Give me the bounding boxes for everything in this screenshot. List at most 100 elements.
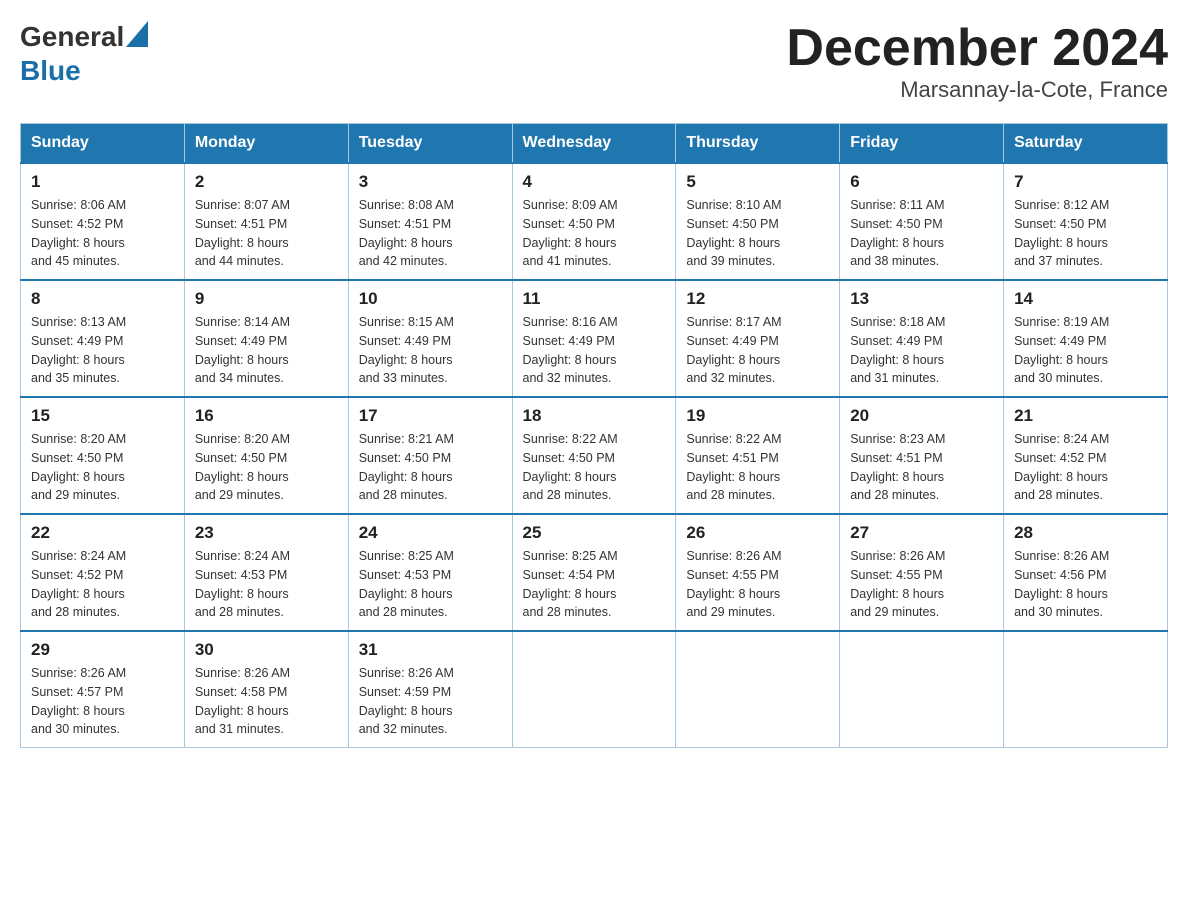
day-info: Sunrise: 8:12 AM Sunset: 4:50 PM Dayligh…	[1014, 196, 1157, 271]
page-header: General Blue December 2024 Marsannay-la-…	[20, 20, 1168, 103]
day-number: 24	[359, 523, 502, 543]
calendar-cell: 4 Sunrise: 8:09 AM Sunset: 4:50 PM Dayli…	[512, 163, 676, 280]
weekday-header-monday: Monday	[184, 124, 348, 164]
calendar-week-row: 1 Sunrise: 8:06 AM Sunset: 4:52 PM Dayli…	[21, 163, 1168, 280]
calendar-cell: 11 Sunrise: 8:16 AM Sunset: 4:49 PM Dayl…	[512, 280, 676, 397]
day-number: 23	[195, 523, 338, 543]
day-info: Sunrise: 8:24 AM Sunset: 4:52 PM Dayligh…	[31, 547, 174, 622]
day-number: 31	[359, 640, 502, 660]
calendar-cell: 26 Sunrise: 8:26 AM Sunset: 4:55 PM Dayl…	[676, 514, 840, 631]
day-number: 15	[31, 406, 174, 426]
day-info: Sunrise: 8:08 AM Sunset: 4:51 PM Dayligh…	[359, 196, 502, 271]
calendar-week-row: 8 Sunrise: 8:13 AM Sunset: 4:49 PM Dayli…	[21, 280, 1168, 397]
weekday-header-friday: Friday	[840, 124, 1004, 164]
calendar-cell: 15 Sunrise: 8:20 AM Sunset: 4:50 PM Dayl…	[21, 397, 185, 514]
day-number: 6	[850, 172, 993, 192]
calendar-cell	[840, 631, 1004, 748]
month-title: December 2024	[786, 20, 1168, 77]
day-info: Sunrise: 8:15 AM Sunset: 4:49 PM Dayligh…	[359, 313, 502, 388]
day-info: Sunrise: 8:16 AM Sunset: 4:49 PM Dayligh…	[523, 313, 666, 388]
day-number: 11	[523, 289, 666, 309]
calendar-cell: 16 Sunrise: 8:20 AM Sunset: 4:50 PM Dayl…	[184, 397, 348, 514]
day-info: Sunrise: 8:25 AM Sunset: 4:53 PM Dayligh…	[359, 547, 502, 622]
day-info: Sunrise: 8:19 AM Sunset: 4:49 PM Dayligh…	[1014, 313, 1157, 388]
day-number: 2	[195, 172, 338, 192]
calendar-cell: 8 Sunrise: 8:13 AM Sunset: 4:49 PM Dayli…	[21, 280, 185, 397]
day-info: Sunrise: 8:20 AM Sunset: 4:50 PM Dayligh…	[31, 430, 174, 505]
day-info: Sunrise: 8:26 AM Sunset: 4:55 PM Dayligh…	[850, 547, 993, 622]
calendar-cell: 18 Sunrise: 8:22 AM Sunset: 4:50 PM Dayl…	[512, 397, 676, 514]
day-info: Sunrise: 8:10 AM Sunset: 4:50 PM Dayligh…	[686, 196, 829, 271]
day-number: 20	[850, 406, 993, 426]
calendar-cell: 3 Sunrise: 8:08 AM Sunset: 4:51 PM Dayli…	[348, 163, 512, 280]
weekday-header-saturday: Saturday	[1004, 124, 1168, 164]
calendar-cell: 17 Sunrise: 8:21 AM Sunset: 4:50 PM Dayl…	[348, 397, 512, 514]
day-number: 16	[195, 406, 338, 426]
calendar-cell	[1004, 631, 1168, 748]
day-info: Sunrise: 8:24 AM Sunset: 4:52 PM Dayligh…	[1014, 430, 1157, 505]
calendar-week-row: 15 Sunrise: 8:20 AM Sunset: 4:50 PM Dayl…	[21, 397, 1168, 514]
day-number: 18	[523, 406, 666, 426]
day-info: Sunrise: 8:18 AM Sunset: 4:49 PM Dayligh…	[850, 313, 993, 388]
logo: General Blue	[20, 20, 148, 87]
calendar-cell	[676, 631, 840, 748]
day-number: 17	[359, 406, 502, 426]
day-number: 28	[1014, 523, 1157, 543]
weekday-header-wednesday: Wednesday	[512, 124, 676, 164]
calendar-cell: 29 Sunrise: 8:26 AM Sunset: 4:57 PM Dayl…	[21, 631, 185, 748]
day-number: 1	[31, 172, 174, 192]
day-number: 13	[850, 289, 993, 309]
calendar-table: SundayMondayTuesdayWednesdayThursdayFrid…	[20, 123, 1168, 748]
calendar-cell: 24 Sunrise: 8:25 AM Sunset: 4:53 PM Dayl…	[348, 514, 512, 631]
day-info: Sunrise: 8:11 AM Sunset: 4:50 PM Dayligh…	[850, 196, 993, 271]
day-number: 26	[686, 523, 829, 543]
calendar-cell: 28 Sunrise: 8:26 AM Sunset: 4:56 PM Dayl…	[1004, 514, 1168, 631]
calendar-cell: 21 Sunrise: 8:24 AM Sunset: 4:52 PM Dayl…	[1004, 397, 1168, 514]
calendar-cell: 9 Sunrise: 8:14 AM Sunset: 4:49 PM Dayli…	[184, 280, 348, 397]
day-number: 8	[31, 289, 174, 309]
location: Marsannay-la-Cote, France	[786, 77, 1168, 103]
calendar-cell: 23 Sunrise: 8:24 AM Sunset: 4:53 PM Dayl…	[184, 514, 348, 631]
day-number: 12	[686, 289, 829, 309]
day-info: Sunrise: 8:26 AM Sunset: 4:57 PM Dayligh…	[31, 664, 174, 739]
day-number: 30	[195, 640, 338, 660]
logo-triangle-icon	[126, 21, 148, 47]
calendar-week-row: 22 Sunrise: 8:24 AM Sunset: 4:52 PM Dayl…	[21, 514, 1168, 631]
calendar-cell: 1 Sunrise: 8:06 AM Sunset: 4:52 PM Dayli…	[21, 163, 185, 280]
day-number: 25	[523, 523, 666, 543]
day-info: Sunrise: 8:26 AM Sunset: 4:58 PM Dayligh…	[195, 664, 338, 739]
day-number: 3	[359, 172, 502, 192]
weekday-header-sunday: Sunday	[21, 124, 185, 164]
day-info: Sunrise: 8:13 AM Sunset: 4:49 PM Dayligh…	[31, 313, 174, 388]
day-info: Sunrise: 8:06 AM Sunset: 4:52 PM Dayligh…	[31, 196, 174, 271]
calendar-cell: 30 Sunrise: 8:26 AM Sunset: 4:58 PM Dayl…	[184, 631, 348, 748]
logo-blue: Blue	[20, 55, 81, 86]
day-number: 7	[1014, 172, 1157, 192]
calendar-week-row: 29 Sunrise: 8:26 AM Sunset: 4:57 PM Dayl…	[21, 631, 1168, 748]
day-info: Sunrise: 8:23 AM Sunset: 4:51 PM Dayligh…	[850, 430, 993, 505]
calendar-cell: 6 Sunrise: 8:11 AM Sunset: 4:50 PM Dayli…	[840, 163, 1004, 280]
day-info: Sunrise: 8:22 AM Sunset: 4:50 PM Dayligh…	[523, 430, 666, 505]
day-info: Sunrise: 8:26 AM Sunset: 4:55 PM Dayligh…	[686, 547, 829, 622]
day-info: Sunrise: 8:17 AM Sunset: 4:49 PM Dayligh…	[686, 313, 829, 388]
calendar-cell: 13 Sunrise: 8:18 AM Sunset: 4:49 PM Dayl…	[840, 280, 1004, 397]
calendar-cell: 12 Sunrise: 8:17 AM Sunset: 4:49 PM Dayl…	[676, 280, 840, 397]
title-block: December 2024 Marsannay-la-Cote, France	[786, 20, 1168, 103]
day-number: 9	[195, 289, 338, 309]
day-info: Sunrise: 8:20 AM Sunset: 4:50 PM Dayligh…	[195, 430, 338, 505]
logo-general: General	[20, 20, 124, 54]
day-info: Sunrise: 8:21 AM Sunset: 4:50 PM Dayligh…	[359, 430, 502, 505]
weekday-header-thursday: Thursday	[676, 124, 840, 164]
calendar-cell: 7 Sunrise: 8:12 AM Sunset: 4:50 PM Dayli…	[1004, 163, 1168, 280]
day-info: Sunrise: 8:14 AM Sunset: 4:49 PM Dayligh…	[195, 313, 338, 388]
weekday-header-tuesday: Tuesday	[348, 124, 512, 164]
day-number: 19	[686, 406, 829, 426]
day-info: Sunrise: 8:09 AM Sunset: 4:50 PM Dayligh…	[523, 196, 666, 271]
calendar-cell: 19 Sunrise: 8:22 AM Sunset: 4:51 PM Dayl…	[676, 397, 840, 514]
calendar-cell: 25 Sunrise: 8:25 AM Sunset: 4:54 PM Dayl…	[512, 514, 676, 631]
calendar-cell: 14 Sunrise: 8:19 AM Sunset: 4:49 PM Dayl…	[1004, 280, 1168, 397]
day-number: 22	[31, 523, 174, 543]
calendar-cell: 20 Sunrise: 8:23 AM Sunset: 4:51 PM Dayl…	[840, 397, 1004, 514]
day-number: 27	[850, 523, 993, 543]
calendar-cell: 27 Sunrise: 8:26 AM Sunset: 4:55 PM Dayl…	[840, 514, 1004, 631]
